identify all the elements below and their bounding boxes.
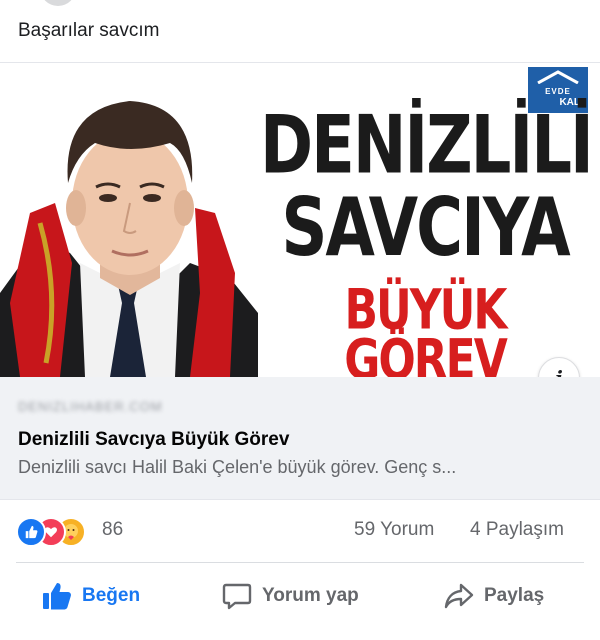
banner-headline: DENİZLİLİ SAVCIYA BÜYÜK GÖREV [260,99,594,377]
link-preview-card[interactable]: EVDE KAL DENİZLİLİ SAVCIYA BÜYÜK GÖREV i… [0,62,600,500]
share-button[interactable]: Paylaş [444,578,544,614]
link-description: Denizlili savcı Halil Baki Çelen'e büyük… [18,457,457,477]
headline-line-1: DENİZLİLİ [260,99,594,193]
link-preview-image[interactable]: EVDE KAL DENİZLİLİ SAVCIYA BÜYÜK GÖREV [0,63,600,377]
comment-count[interactable]: 59 Yorum [354,519,434,541]
logo-text-evde: EVDE [545,87,571,96]
headline-line-2: SAVCIYA [281,182,570,275]
portrait-image [0,63,258,377]
link-preview-meta[interactable]: DENIZLIHABER.COM Denizlili Savcıya Büyük… [0,377,600,499]
comment-label: Yorum yap [262,585,359,606]
reaction-icons[interactable] [16,517,96,547]
comment-button[interactable]: Yorum yap [222,578,359,614]
like-label: Beğen [82,585,141,606]
like-button[interactable]: Beğen [42,578,140,614]
post-actions: Beğen Yorum yap Paylaş [0,572,600,622]
share-count[interactable]: 4 Paylaşım [470,519,564,541]
headline-line-3: BÜYÜK GÖREV [344,278,508,377]
link-title[interactable]: Denizlili Savcıya Büyük Görev [18,429,289,451]
divider [16,562,584,563]
share-icon [444,583,474,609]
reactions-summary: 86 59 Yorum 4 Paylaşım [0,514,600,550]
link-domain: DENIZLIHABER.COM [18,399,163,414]
author-avatar[interactable] [40,0,76,6]
comment-icon [222,583,252,610]
post-text: Başarılar savcım [18,20,160,41]
house-icon [537,70,579,84]
thumbs-up-icon [43,583,71,610]
share-label: Paylaş [484,585,545,606]
reaction-count[interactable]: 86 [102,519,123,541]
like-icon [16,517,46,547]
